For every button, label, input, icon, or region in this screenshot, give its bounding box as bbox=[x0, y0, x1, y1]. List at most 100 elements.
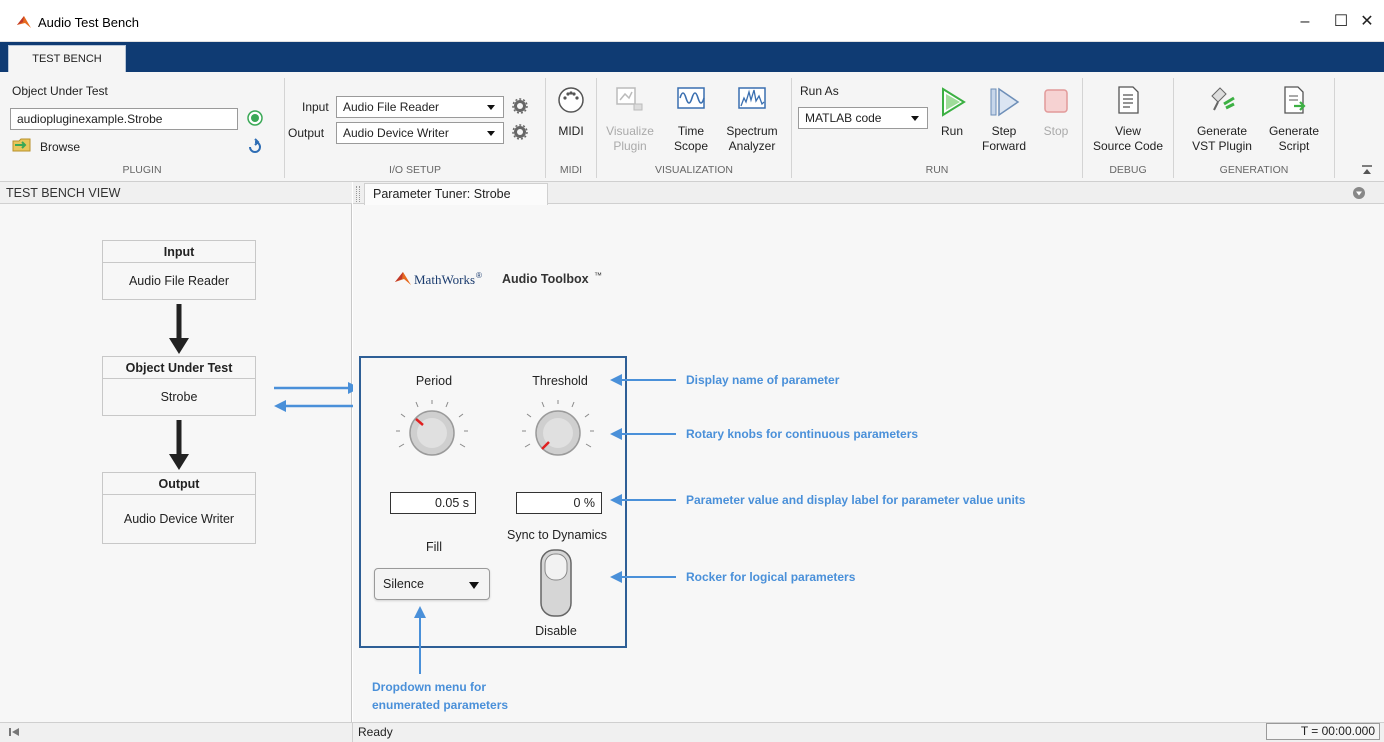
test-bench-view-header: TEST BENCH VIEW bbox=[0, 182, 352, 204]
collapse-toolstrip-icon[interactable] bbox=[1360, 164, 1374, 176]
output-block-title: Output bbox=[103, 473, 255, 495]
view-source-label-1[interactable]: View bbox=[1086, 124, 1170, 139]
annotation-arrows-icon bbox=[610, 374, 676, 583]
separator bbox=[791, 78, 792, 178]
separator bbox=[545, 78, 546, 178]
output-dropdown[interactable]: Audio Device Writer bbox=[336, 122, 504, 144]
minimize-button[interactable]: – bbox=[1285, 8, 1325, 36]
status-ok-icon[interactable] bbox=[247, 110, 263, 126]
annotation-rotary: Rotary knobs for continuous parameters bbox=[686, 427, 919, 441]
first-page-icon[interactable] bbox=[8, 726, 20, 738]
run-as-value: MATLAB code bbox=[805, 111, 882, 125]
separator bbox=[284, 78, 285, 178]
fill-dropdown[interactable]: Silence bbox=[374, 568, 490, 600]
output-settings-gear-icon[interactable] bbox=[512, 124, 528, 140]
step-forward-label-2[interactable]: Forward bbox=[978, 139, 1030, 154]
period-label: Period bbox=[415, 374, 453, 388]
run-as-label: Run As bbox=[800, 84, 839, 98]
annotation-rocker: Rocker for logical parameters bbox=[686, 570, 856, 584]
panel-options-icon[interactable] bbox=[1352, 186, 1366, 200]
midi-icon[interactable] bbox=[555, 84, 587, 116]
mathworks-logo-icon bbox=[395, 272, 411, 285]
threshold-knob[interactable] bbox=[522, 400, 594, 466]
input-settings-gear-icon[interactable] bbox=[512, 98, 528, 114]
chevron-down-icon bbox=[487, 131, 495, 136]
window-title: Audio Test Bench bbox=[38, 15, 139, 30]
visualize-plugin-icon[interactable] bbox=[614, 84, 646, 116]
sync-to-dynamics-label: Sync to Dynamics bbox=[506, 528, 608, 542]
time-scope-label-1[interactable]: Time bbox=[668, 124, 714, 139]
refresh-icon[interactable] bbox=[246, 138, 264, 156]
object-under-test-label: Object Under Test bbox=[12, 84, 108, 98]
input-dropdown[interactable]: Audio File Reader bbox=[336, 96, 504, 118]
annotation-value-units: Parameter value and display label for pa… bbox=[686, 493, 1026, 507]
product-name: Audio Toolbox bbox=[502, 272, 589, 286]
stop-icon[interactable] bbox=[1040, 86, 1072, 118]
annotation-dropdown-1: Dropdown menu for bbox=[372, 680, 486, 694]
plugin-group-label: PLUGIN bbox=[122, 164, 162, 176]
separator bbox=[1082, 78, 1083, 178]
run-as-dropdown[interactable]: MATLAB code bbox=[798, 107, 928, 129]
chevron-down-icon bbox=[487, 105, 495, 110]
tab-test-bench[interactable]: TEST BENCH bbox=[8, 45, 126, 72]
generate-vst-label-2[interactable]: VST Plugin bbox=[1184, 139, 1260, 154]
mathworks-brand: MathWorks bbox=[414, 272, 476, 287]
threshold-value-field[interactable]: 0 % bbox=[516, 492, 602, 514]
sync-state-label: Disable bbox=[535, 624, 577, 638]
separator bbox=[352, 722, 353, 742]
trademark: ™ bbox=[594, 271, 602, 280]
period-value-field[interactable]: 0.05 s bbox=[390, 492, 476, 514]
time-readout: T = 00:00.000 bbox=[1266, 723, 1380, 740]
midi-button[interactable]: MIDI bbox=[550, 124, 592, 139]
step-forward-label-1[interactable]: Step bbox=[978, 124, 1030, 139]
generate-script-label-1[interactable]: Generate bbox=[1262, 124, 1326, 139]
output-label: Output bbox=[288, 126, 325, 140]
midi-group-label: MIDI bbox=[559, 164, 583, 176]
annotation-arrow-up-icon bbox=[414, 606, 426, 674]
generate-script-label-2[interactable]: Script bbox=[1262, 139, 1326, 154]
separator bbox=[1173, 78, 1174, 178]
generate-vst-plugin-icon[interactable] bbox=[1206, 84, 1238, 116]
output-block-value: Audio Device Writer bbox=[123, 512, 235, 526]
status-text: Ready bbox=[358, 725, 393, 739]
status-bar bbox=[0, 722, 1384, 742]
sync-rocker-switch[interactable] bbox=[538, 548, 574, 620]
input-block-title: Input bbox=[103, 241, 255, 263]
browse-button[interactable]: Browse bbox=[40, 140, 80, 154]
run-button[interactable]: Run bbox=[930, 124, 974, 139]
object-under-test-block[interactable]: Object Under Test Strobe bbox=[102, 356, 256, 416]
generate-vst-label-1[interactable]: Generate bbox=[1184, 124, 1260, 139]
generation-group-label: GENERATION bbox=[1219, 164, 1289, 176]
browse-folder-icon bbox=[12, 138, 31, 152]
view-source-code-icon[interactable] bbox=[1112, 84, 1144, 116]
output-dropdown-value: Audio Device Writer bbox=[343, 126, 449, 140]
input-block[interactable]: Input Audio File Reader bbox=[102, 240, 256, 300]
flow-arrow-down-icon bbox=[169, 420, 189, 470]
visualize-plugin-label-2[interactable]: Plugin bbox=[603, 139, 657, 154]
spectrum-analyzer-label-2[interactable]: Analyzer bbox=[718, 139, 786, 154]
close-button[interactable]: ✕ bbox=[1347, 8, 1384, 36]
object-under-test-field[interactable]: audiopluginexample.Strobe bbox=[10, 108, 238, 130]
tab-strip bbox=[0, 42, 1384, 72]
period-knob[interactable] bbox=[396, 400, 468, 466]
tab-parameter-tuner[interactable]: Parameter Tuner: Strobe bbox=[364, 183, 548, 205]
time-scope-label-2[interactable]: Scope bbox=[668, 139, 714, 154]
fill-dropdown-value: Silence bbox=[383, 577, 424, 591]
matlab-logo-icon bbox=[17, 16, 31, 28]
time-scope-icon[interactable] bbox=[675, 84, 707, 116]
view-source-label-2[interactable]: Source Code bbox=[1086, 139, 1170, 154]
run-play-icon[interactable] bbox=[936, 86, 968, 118]
output-block[interactable]: Output Audio Device Writer bbox=[102, 472, 256, 544]
drag-handle-icon[interactable] bbox=[356, 186, 360, 202]
spectrum-analyzer-icon[interactable] bbox=[736, 84, 768, 116]
visualize-plugin-label-1[interactable]: Visualize bbox=[603, 124, 657, 139]
stop-button[interactable]: Stop bbox=[1036, 124, 1076, 139]
generate-script-icon[interactable] bbox=[1278, 84, 1310, 116]
fill-label: Fill bbox=[426, 540, 442, 554]
step-forward-icon[interactable] bbox=[988, 86, 1020, 118]
run-group-label: RUN bbox=[925, 164, 949, 176]
separator bbox=[1334, 78, 1335, 178]
registered-mark: ® bbox=[476, 271, 482, 280]
spectrum-analyzer-label-1[interactable]: Spectrum bbox=[718, 124, 786, 139]
input-label: Input bbox=[302, 100, 329, 114]
